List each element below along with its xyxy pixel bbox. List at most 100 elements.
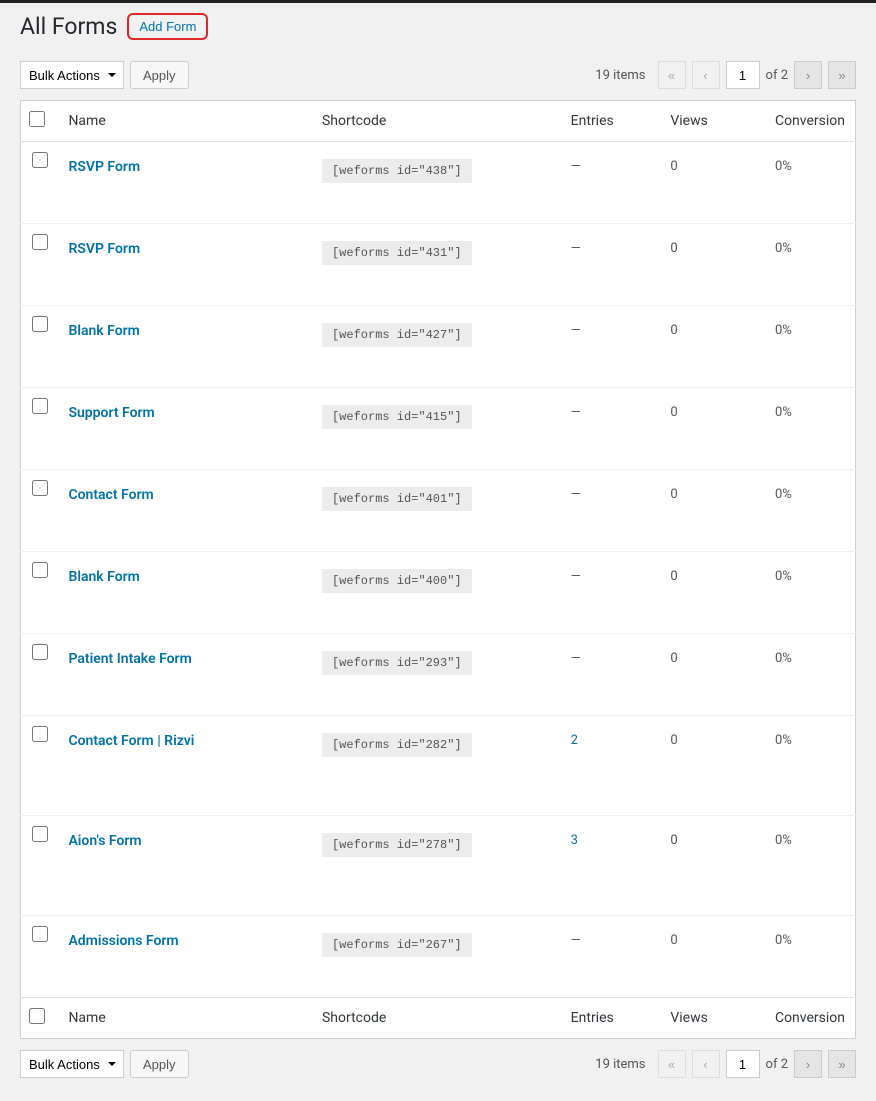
entries-value: — xyxy=(571,323,581,338)
row-checkbox-cell xyxy=(21,552,59,634)
row-name-cell: RSVP Form xyxy=(58,142,312,224)
row-checkbox[interactable] xyxy=(32,316,48,332)
column-conversion-footer: Conversion xyxy=(765,998,856,1039)
row-checkbox-cell xyxy=(21,470,59,552)
shortcode-value[interactable]: [weforms id="282"] xyxy=(322,733,472,757)
row-checkbox[interactable] xyxy=(32,152,48,168)
table-row: Aion's Form [weforms id="278"] 3 0 0% xyxy=(21,816,856,916)
form-name-link[interactable]: Patient Intake Form xyxy=(68,651,191,667)
last-page-button-top[interactable]: » xyxy=(828,61,856,89)
prev-page-button-bottom[interactable]: ‹ xyxy=(692,1050,720,1078)
entries-link[interactable]: 2 xyxy=(571,733,578,748)
column-name-footer[interactable]: Name xyxy=(58,998,312,1039)
prev-page-button-top[interactable]: ‹ xyxy=(692,61,720,89)
row-entries-cell: — xyxy=(561,142,661,224)
first-page-button-top[interactable]: « xyxy=(658,61,686,89)
row-views-cell: 0 xyxy=(660,916,765,998)
row-views-cell: 0 xyxy=(660,224,765,306)
row-conversion-cell: 0% xyxy=(765,306,856,388)
form-name-link[interactable]: Blank Form xyxy=(68,323,139,339)
select-all-checkbox-top[interactable] xyxy=(29,111,45,127)
shortcode-value[interactable]: [weforms id="278"] xyxy=(322,833,472,857)
row-checkbox[interactable] xyxy=(32,926,48,942)
form-name-link[interactable]: Contact Form xyxy=(68,487,153,503)
row-name-cell: Support Form xyxy=(58,388,312,470)
form-name-link[interactable]: Support Form xyxy=(68,405,154,421)
bulk-actions-select-bottom[interactable]: Bulk Actions xyxy=(20,1050,124,1078)
row-entries-cell: 3 xyxy=(561,816,661,916)
form-name-link[interactable]: Aion's Form xyxy=(68,833,141,849)
row-entries-cell: — xyxy=(561,388,661,470)
select-all-checkbox-bottom[interactable] xyxy=(29,1008,45,1024)
row-conversion-cell: 0% xyxy=(765,388,856,470)
form-name-link[interactable]: RSVP Form xyxy=(68,159,140,175)
row-checkbox[interactable] xyxy=(32,644,48,660)
next-page-button-top[interactable]: › xyxy=(794,61,822,89)
row-conversion-cell: 0% xyxy=(765,470,856,552)
row-conversion-cell: 0% xyxy=(765,142,856,224)
row-checkbox-cell xyxy=(21,716,59,816)
row-checkbox-cell xyxy=(21,388,59,470)
views-value: 0 xyxy=(670,323,677,338)
conversion-value: 0% xyxy=(775,651,792,666)
views-value: 0 xyxy=(670,487,677,502)
row-shortcode-cell: [weforms id="278"] xyxy=(312,816,561,916)
row-checkbox-cell xyxy=(21,224,59,306)
tablenav-top: Bulk Actions Apply 19 items « ‹ of 2 › » xyxy=(20,58,856,92)
shortcode-value[interactable]: [weforms id="401"] xyxy=(322,487,472,511)
row-checkbox[interactable] xyxy=(32,562,48,578)
shortcode-value[interactable]: [weforms id="438"] xyxy=(322,159,472,183)
row-checkbox-cell xyxy=(21,306,59,388)
row-shortcode-cell: [weforms id="282"] xyxy=(312,716,561,816)
column-name-header[interactable]: Name xyxy=(58,101,312,142)
shortcode-value[interactable]: [weforms id="415"] xyxy=(322,405,472,429)
forms-table: Name Shortcode Entries Views Conversion … xyxy=(20,100,856,1039)
row-name-cell: Patient Intake Form xyxy=(58,634,312,716)
views-value: 0 xyxy=(670,733,677,748)
shortcode-value[interactable]: [weforms id="400"] xyxy=(322,569,472,593)
bulk-actions-select-top[interactable]: Bulk Actions xyxy=(20,61,124,89)
table-row: RSVP Form [weforms id="431"] — 0 0% xyxy=(21,224,856,306)
row-checkbox[interactable] xyxy=(32,398,48,414)
row-checkbox[interactable] xyxy=(32,726,48,742)
row-shortcode-cell: [weforms id="415"] xyxy=(312,388,561,470)
views-value: 0 xyxy=(670,241,677,256)
row-conversion-cell: 0% xyxy=(765,224,856,306)
conversion-value: 0% xyxy=(775,569,792,584)
row-conversion-cell: 0% xyxy=(765,816,856,916)
first-page-button-bottom[interactable]: « xyxy=(658,1050,686,1078)
current-page-input-bottom[interactable] xyxy=(726,1050,760,1078)
form-name-link[interactable]: RSVP Form xyxy=(68,241,140,257)
shortcode-value[interactable]: [weforms id="267"] xyxy=(322,933,472,957)
shortcode-value[interactable]: [weforms id="427"] xyxy=(322,323,472,347)
row-name-cell: Blank Form xyxy=(58,552,312,634)
views-value: 0 xyxy=(670,159,677,174)
conversion-value: 0% xyxy=(775,833,792,848)
column-shortcode-header: Shortcode xyxy=(312,101,561,142)
row-checkbox[interactable] xyxy=(32,480,48,496)
entries-link[interactable]: 3 xyxy=(571,833,578,848)
form-name-link[interactable]: Contact Form | Rizvi xyxy=(68,733,194,749)
next-page-button-bottom[interactable]: › xyxy=(794,1050,822,1078)
views-value: 0 xyxy=(670,833,677,848)
pagination-bottom: 19 items « ‹ of 2 › » xyxy=(595,1050,856,1078)
table-header-row: Name Shortcode Entries Views Conversion xyxy=(21,101,856,142)
row-checkbox-cell xyxy=(21,142,59,224)
row-checkbox[interactable] xyxy=(32,826,48,842)
entries-value: — xyxy=(571,569,581,584)
add-form-button[interactable]: Add Form xyxy=(127,13,208,40)
row-checkbox[interactable] xyxy=(32,234,48,250)
row-entries-cell: — xyxy=(561,224,661,306)
current-page-input-top[interactable] xyxy=(726,61,760,89)
column-views-header: Views xyxy=(660,101,765,142)
form-name-link[interactable]: Admissions Form xyxy=(68,933,178,949)
apply-button-bottom[interactable]: Apply xyxy=(130,1050,189,1078)
apply-button-top[interactable]: Apply xyxy=(130,61,189,89)
shortcode-value[interactable]: [weforms id="431"] xyxy=(322,241,472,265)
entries-value: — xyxy=(571,241,581,256)
last-page-button-bottom[interactable]: » xyxy=(828,1050,856,1078)
row-entries-cell: — xyxy=(561,552,661,634)
shortcode-value[interactable]: [weforms id="293"] xyxy=(322,651,472,675)
row-views-cell: 0 xyxy=(660,816,765,916)
form-name-link[interactable]: Blank Form xyxy=(68,569,139,585)
